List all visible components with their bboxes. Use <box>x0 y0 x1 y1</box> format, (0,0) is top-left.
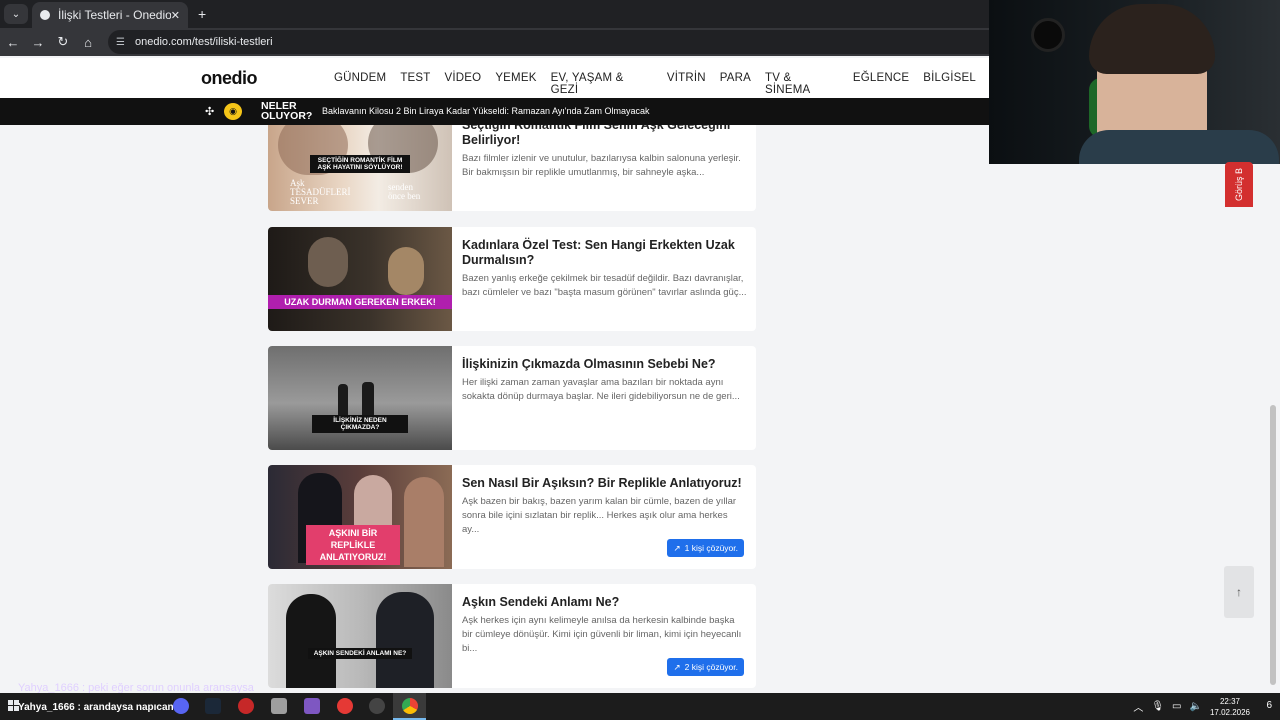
home-icon[interactable]: ⌂ <box>76 30 100 54</box>
list-item[interactable]: İLİŞKİNİZ NEDEN ÇIKMAZDA? İlişkinizin Çı… <box>268 346 756 450</box>
thumbnail-caption: SEÇTİĞİN ROMANTİK FİLM AŞK HAYATINI SÖYL… <box>310 155 410 173</box>
badge-label: 2 kişi çözüyor. <box>684 662 738 672</box>
site-header: onedio GÜNDEM TEST VİDEO YEMEK EV, YAŞAM… <box>0 58 990 98</box>
card-description: Her ilişki zaman zaman yavaşlar ama bazı… <box>462 377 740 402</box>
grid-menu-icon[interactable]: ✣ <box>205 105 214 118</box>
badge-label: 1 kişi çözüyor. <box>684 543 738 553</box>
new-tab-plus-icon[interactable]: + <box>198 6 206 22</box>
list-item[interactable]: AŞKINI BİR REPLİKLE ANLATIYORUZ! Sen Nas… <box>268 465 756 569</box>
thumbnail-caption: AŞKIN SENDEKİ ANLAMI NE? <box>308 648 412 659</box>
network-icon[interactable]: ▭ <box>1172 701 1181 712</box>
ticker-label-line2: OLUYOR? <box>261 110 313 122</box>
stream-user-overlay: Yahya_1666 : arandaysa napıcan <box>18 702 174 713</box>
news-ticker: ✣ ◉ NELER OLUYOR? Baklavanın Kilosu 2 Bi… <box>0 98 990 125</box>
list-item[interactable]: SEÇTİĞİN ROMANTİK FİLM AŞK HAYATINI SÖYL… <box>268 125 756 211</box>
nav-item-para[interactable]: PARA <box>720 72 751 96</box>
thumbnail-caption: İLİŞKİNİZ NEDEN ÇIKMAZDA? <box>312 415 408 433</box>
clock-date: 17.02.2026 <box>1209 707 1250 717</box>
card-title[interactable]: Kadınlara Özel Test: Sen Hangi Erkekten … <box>462 238 747 268</box>
list-item[interactable]: AŞKIN SENDEKİ ANLAMI NE? Aşkın Sendeki A… <box>268 584 756 688</box>
nav-item-bilgisel[interactable]: BİLGİSEL <box>923 72 976 96</box>
notification-center-icon[interactable]: 6 <box>1266 700 1272 711</box>
tray-chevron-icon[interactable]: ︿ <box>1133 699 1143 714</box>
address-bar[interactable]: ☰ onedio.com/test/iliski-testleri <box>108 30 1088 54</box>
solving-count-badge: ↗ 2 kişi çözüyor. <box>667 658 744 676</box>
thumbnail-caption: AŞKINI BİR REPLİKLE ANLATIYORUZ! <box>306 525 400 565</box>
visual-studio-icon[interactable] <box>304 698 320 714</box>
poster-left-text: Aşk TESADÜFLERİ SEVER <box>290 178 351 206</box>
tab-title: İlişki Testleri - Onedio <box>58 8 171 22</box>
taskbar-clock[interactable]: 22:37 17.02.2026 <box>1210 696 1250 718</box>
trending-up-icon: ↗ <box>673 542 681 553</box>
back-to-top-button[interactable]: ↑ <box>1224 566 1254 618</box>
card-description: Bazı filmler izlenir ve unutulur, bazıla… <box>462 153 741 178</box>
site-info-icon[interactable]: ☰ <box>116 37 125 48</box>
nav-item-test[interactable]: TEST <box>400 72 430 96</box>
card-title[interactable]: İlişkinizin Çıkmazda Olmasının Sebebi Ne… <box>462 357 747 372</box>
ticker-headline[interactable]: Baklavanın Kilosu 2 Bin Liraya Kadar Yük… <box>322 106 650 116</box>
nav-item-vitrin[interactable]: VİTRİN <box>667 72 706 96</box>
thumbnail-image: UZAK DURMAN GEREKEN ERKEK! <box>268 227 452 331</box>
tab-search-chevron-icon[interactable]: ⌄ <box>4 4 28 24</box>
reload-icon[interactable]: ↻ <box>51 30 75 54</box>
chrome-icon[interactable] <box>402 698 418 714</box>
card-title[interactable]: Sen Nasıl Bir Aşıksın? Bir Replikle Anla… <box>462 476 747 491</box>
nav-item-video[interactable]: VİDEO <box>445 72 482 96</box>
system-tray: ︿ 🎙 ▭ 🔈 22:37 17.02.2026 <box>1133 693 1280 720</box>
card-title[interactable]: Aşkın Sendeki Anlamı Ne? <box>462 595 747 610</box>
onedio-logo[interactable]: onedio <box>201 68 258 89</box>
nav-item-yemek[interactable]: YEMEK <box>495 72 536 96</box>
card-description: Aşk herkes için aynı kelimeyle anılsa da… <box>462 615 742 654</box>
browser-tab[interactable]: İlişki Testleri - Onedio ✕ <box>32 2 188 28</box>
poster-right-text: senden önce ben <box>388 182 421 201</box>
thumbnail-image: AŞKINI BİR REPLİKLE ANLATIYORUZ! <box>268 465 452 569</box>
opera-icon[interactable] <box>337 698 353 714</box>
arrow-up-icon: ↑ <box>1236 585 1242 599</box>
camera-icon[interactable]: ◉ <box>224 103 242 120</box>
thumbnail-image: İLİŞKİNİZ NEDEN ÇIKMAZDA? <box>268 346 452 450</box>
windows-taskbar: ︿ 🎙 ▭ 🔈 22:37 17.02.2026 6 <box>0 693 1280 720</box>
thumbnail-caption: UZAK DURMAN GEREKEN ERKEK! <box>268 295 452 309</box>
forward-arrow-icon[interactable]: → <box>26 30 50 54</box>
onedio-favicon-icon <box>40 10 50 20</box>
back-arrow-icon[interactable]: ← <box>1 30 25 54</box>
page-scrollbar[interactable] <box>1270 405 1276 685</box>
webcam-overlay <box>989 0 1280 164</box>
nav-item-gundem[interactable]: GÜNDEM <box>334 72 386 96</box>
nav-item-tv-sinema[interactable]: TV & SİNEMA <box>765 72 839 96</box>
main-nav: GÜNDEM TEST VİDEO YEMEK EV, YAŞAM & GEZİ… <box>334 72 990 96</box>
card-title[interactable]: Seçtiğin Romantik Film Senin Aşk Geleceğ… <box>462 125 747 148</box>
volume-icon[interactable]: 🔈 <box>1190 701 1202 712</box>
url-text: onedio.com/test/iliski-testleri <box>134 36 273 48</box>
obs-icon[interactable] <box>369 698 385 714</box>
list-item[interactable]: UZAK DURMAN GEREKEN ERKEK! Kadınlara Öze… <box>268 227 756 331</box>
solving-count-badge: ↗ 1 kişi çözüyor. <box>667 539 744 557</box>
wall-logo-icon <box>1031 18 1065 52</box>
notification-count: 6 <box>1266 700 1272 711</box>
thumbnail-image: AŞKIN SENDEKİ ANLAMI NE? <box>268 584 452 688</box>
feedback-tab[interactable]: Görüş B <box>1225 162 1253 207</box>
discord-icon[interactable] <box>173 698 189 714</box>
nav-item-ev-yasam-gezi[interactable]: EV, YAŞAM & GEZİ <box>551 72 653 96</box>
microphone-icon[interactable]: 🎙 <box>1151 701 1164 712</box>
card-description: Bazen yanlış erkeğe çekilmek bir tesadüf… <box>462 273 747 298</box>
trending-up-icon: ↗ <box>673 661 681 672</box>
app-red-icon[interactable] <box>238 698 254 714</box>
thumbnail-image: SEÇTİĞİN ROMANTİK FİLM AŞK HAYATINI SÖYL… <box>268 125 452 211</box>
ticker-label: NELER OLUYOR? <box>261 101 321 122</box>
card-description: Aşk bazen bir bakış, bazen yarım kalan b… <box>462 496 737 535</box>
app-grey-icon[interactable] <box>271 698 287 714</box>
nav-item-eglence[interactable]: EĞLENCE <box>853 72 909 96</box>
clock-time: 22:37 <box>1219 696 1240 706</box>
test-list: SEÇTİĞİN ROMANTİK FİLM AŞK HAYATINI SÖYL… <box>268 125 756 693</box>
steam-icon[interactable] <box>205 698 221 714</box>
close-tab-icon[interactable]: ✕ <box>171 9 180 22</box>
